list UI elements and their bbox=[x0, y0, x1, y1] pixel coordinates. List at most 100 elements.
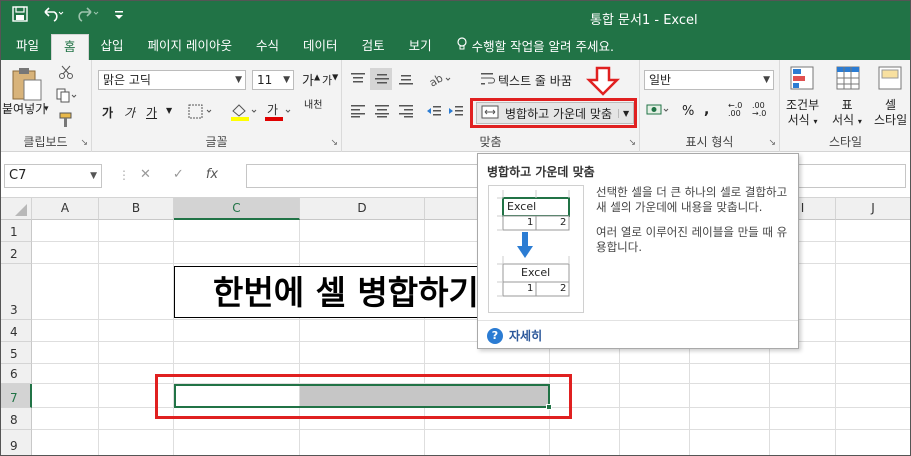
increase-decimal-icon[interactable]: ←.0.00 bbox=[728, 102, 742, 118]
format-painter-icon[interactable] bbox=[58, 112, 74, 131]
font-name-combo[interactable]: 맑은 고딕 ▼ bbox=[98, 70, 246, 90]
customize-qat-icon[interactable] bbox=[114, 7, 124, 25]
undo-icon[interactable] bbox=[42, 6, 64, 26]
conditional-formatting-button[interactable]: 조건부 서식 ▾ bbox=[786, 98, 819, 129]
paste-button[interactable]: 붙여넣기 bbox=[2, 100, 46, 117]
clipboard-launcher-icon[interactable]: ↘ bbox=[80, 138, 88, 148]
percent-button[interactable]: % bbox=[682, 104, 694, 119]
paste-dropdown-icon[interactable]: ▾ bbox=[44, 104, 49, 114]
accounting-format-icon[interactable] bbox=[646, 102, 674, 123]
tab-review[interactable]: 검토 bbox=[350, 34, 397, 60]
increase-font-icon[interactable]: 가▲ bbox=[302, 70, 320, 89]
decrease-decimal-icon[interactable]: .00 →.0 bbox=[752, 102, 766, 118]
insert-function-icon[interactable]: fx bbox=[206, 167, 218, 182]
conditional-formatting-icon[interactable] bbox=[790, 66, 816, 95]
border-icon[interactable] bbox=[188, 104, 216, 123]
align-middle-icon[interactable] bbox=[370, 68, 392, 90]
font-launcher-icon[interactable]: ↘ bbox=[330, 138, 338, 148]
font-size-value: 11 bbox=[257, 73, 273, 87]
formula-bar-grip-icon: ⋮ bbox=[118, 168, 130, 182]
gridline bbox=[32, 429, 911, 430]
wrap-text-icon[interactable] bbox=[480, 72, 496, 89]
conditional-formatting-line2: 서식 bbox=[787, 113, 810, 127]
alignment-launcher-icon[interactable]: ↘ bbox=[628, 138, 636, 148]
number-format-value: 일반 bbox=[649, 73, 672, 87]
ribbon-tabs: 파일 홈 삽입 페이지 레이아웃 수식 데이터 검토 보기 수행할 작업을 알려… bbox=[0, 34, 911, 60]
clipboard-group: 붙여넣기 ▾ 클립보드 ↘ bbox=[0, 60, 92, 152]
cell-styles-icon[interactable] bbox=[878, 66, 904, 95]
illus-bottom-num1: 1 bbox=[527, 283, 534, 294]
column-header-j[interactable]: J bbox=[836, 198, 911, 220]
align-left-icon[interactable] bbox=[350, 104, 366, 121]
row-header-3[interactable]: 3 bbox=[0, 264, 32, 320]
alignment-group-label: 맞춤 bbox=[479, 135, 502, 149]
enter-icon[interactable]: ✓ bbox=[173, 167, 184, 182]
illus-bottom-text: Excel bbox=[521, 266, 551, 279]
font-size-combo[interactable]: 11 ▼ bbox=[252, 70, 294, 90]
name-box[interactable]: C7 ▼ bbox=[4, 164, 102, 188]
window-title: 통합 문서1 - Excel bbox=[590, 13, 698, 28]
select-all-corner[interactable] bbox=[0, 198, 32, 220]
merged-title-cell[interactable]: 한번에 셀 병합하기 bbox=[174, 266, 494, 318]
row-header-8[interactable]: 8 bbox=[0, 408, 32, 430]
gridline bbox=[32, 363, 911, 364]
help-icon: ? bbox=[487, 327, 503, 344]
tab-home[interactable]: 홈 bbox=[51, 34, 89, 60]
save-icon[interactable] bbox=[12, 6, 28, 26]
decrease-indent-icon[interactable] bbox=[426, 104, 442, 121]
redo-icon[interactable] bbox=[78, 6, 100, 26]
tab-file[interactable]: 파일 bbox=[4, 34, 51, 60]
underline-button[interactable]: 가 bbox=[146, 104, 157, 121]
tell-me-more-link[interactable]: ? 자세히 bbox=[487, 327, 542, 344]
tab-view[interactable]: 보기 bbox=[397, 34, 444, 60]
merge-illustration: Excel 1 2 Excel 1 2 bbox=[488, 185, 584, 313]
orientation-icon[interactable]: ab bbox=[427, 70, 454, 91]
align-center-icon[interactable] bbox=[374, 104, 390, 121]
underline-dropdown-icon[interactable]: ▼ bbox=[166, 106, 172, 115]
copy-icon[interactable] bbox=[56, 88, 78, 107]
wrap-text-button[interactable]: 텍스트 줄 바꿈 bbox=[498, 72, 572, 89]
number-format-combo[interactable]: 일반 ▼ bbox=[644, 70, 774, 90]
font-name-value: 맑은 고딕 bbox=[103, 73, 151, 87]
down-arrow-annotation-icon bbox=[585, 66, 621, 96]
ribbon: 붙여넣기 ▾ 클립보드 ↘ 맑은 고딕 ▼ 11 ▼ 가▲ 가▼ 가 가 가 ▼ bbox=[0, 60, 911, 152]
column-header-c[interactable]: C bbox=[174, 198, 300, 220]
illus-top-text: Excel bbox=[507, 200, 537, 213]
format-as-table-button[interactable]: 표 서식 ▾ bbox=[832, 98, 862, 129]
row-header-5[interactable]: 5 bbox=[0, 342, 32, 364]
row-header-1[interactable]: 1 bbox=[0, 220, 32, 242]
tab-page-layout[interactable]: 페이지 레이아웃 bbox=[136, 34, 244, 60]
font-color-icon[interactable]: 가 bbox=[264, 102, 294, 125]
tab-data[interactable]: 데이터 bbox=[291, 34, 350, 60]
bold-button[interactable]: 가 bbox=[102, 104, 113, 121]
tab-formulas[interactable]: 수식 bbox=[244, 34, 291, 60]
column-header-d[interactable]: D bbox=[300, 198, 425, 220]
column-header-a[interactable]: A bbox=[32, 198, 99, 220]
align-top-icon[interactable] bbox=[350, 72, 366, 89]
increase-indent-icon[interactable] bbox=[448, 104, 464, 121]
number-launcher-icon[interactable]: ↘ bbox=[768, 138, 776, 148]
align-bottom-icon[interactable] bbox=[398, 72, 414, 89]
cell-styles-button[interactable]: 셀 스타일 bbox=[874, 98, 907, 128]
decrease-font-icon[interactable]: 가▼ bbox=[322, 72, 338, 88]
tell-me-search[interactable]: 수행할 작업을 알려 주세요. bbox=[444, 34, 626, 60]
tell-me-text: 수행할 작업을 알려 주세요. bbox=[471, 39, 614, 54]
tab-insert[interactable]: 삽입 bbox=[89, 34, 136, 60]
styles-group: 조건부 서식 ▾ 표 서식 ▾ 셀 스타일 스타일 bbox=[780, 60, 911, 152]
row-header-4[interactable]: 4 bbox=[0, 320, 32, 342]
row-header-6[interactable]: 6 bbox=[0, 364, 32, 384]
italic-button[interactable]: 가 bbox=[124, 104, 135, 121]
align-right-icon[interactable] bbox=[398, 104, 414, 121]
cut-icon[interactable] bbox=[58, 64, 74, 83]
column-header-b[interactable]: B bbox=[99, 198, 174, 220]
tooltip-title: 병합하고 가운데 맞춤 bbox=[487, 165, 595, 179]
fill-color-icon[interactable] bbox=[230, 102, 260, 125]
phonetic-button[interactable]: 내천 bbox=[304, 100, 322, 111]
comma-style-icon[interactable]: , bbox=[704, 102, 709, 118]
row-header-2[interactable]: 2 bbox=[0, 242, 32, 264]
cancel-icon[interactable]: ✕ bbox=[140, 167, 151, 182]
chevron-down-icon: ▼ bbox=[235, 75, 242, 85]
row-header-9[interactable]: 9 bbox=[0, 430, 32, 456]
row-header-7[interactable]: 7 bbox=[0, 384, 32, 408]
format-as-table-icon[interactable] bbox=[836, 66, 862, 95]
